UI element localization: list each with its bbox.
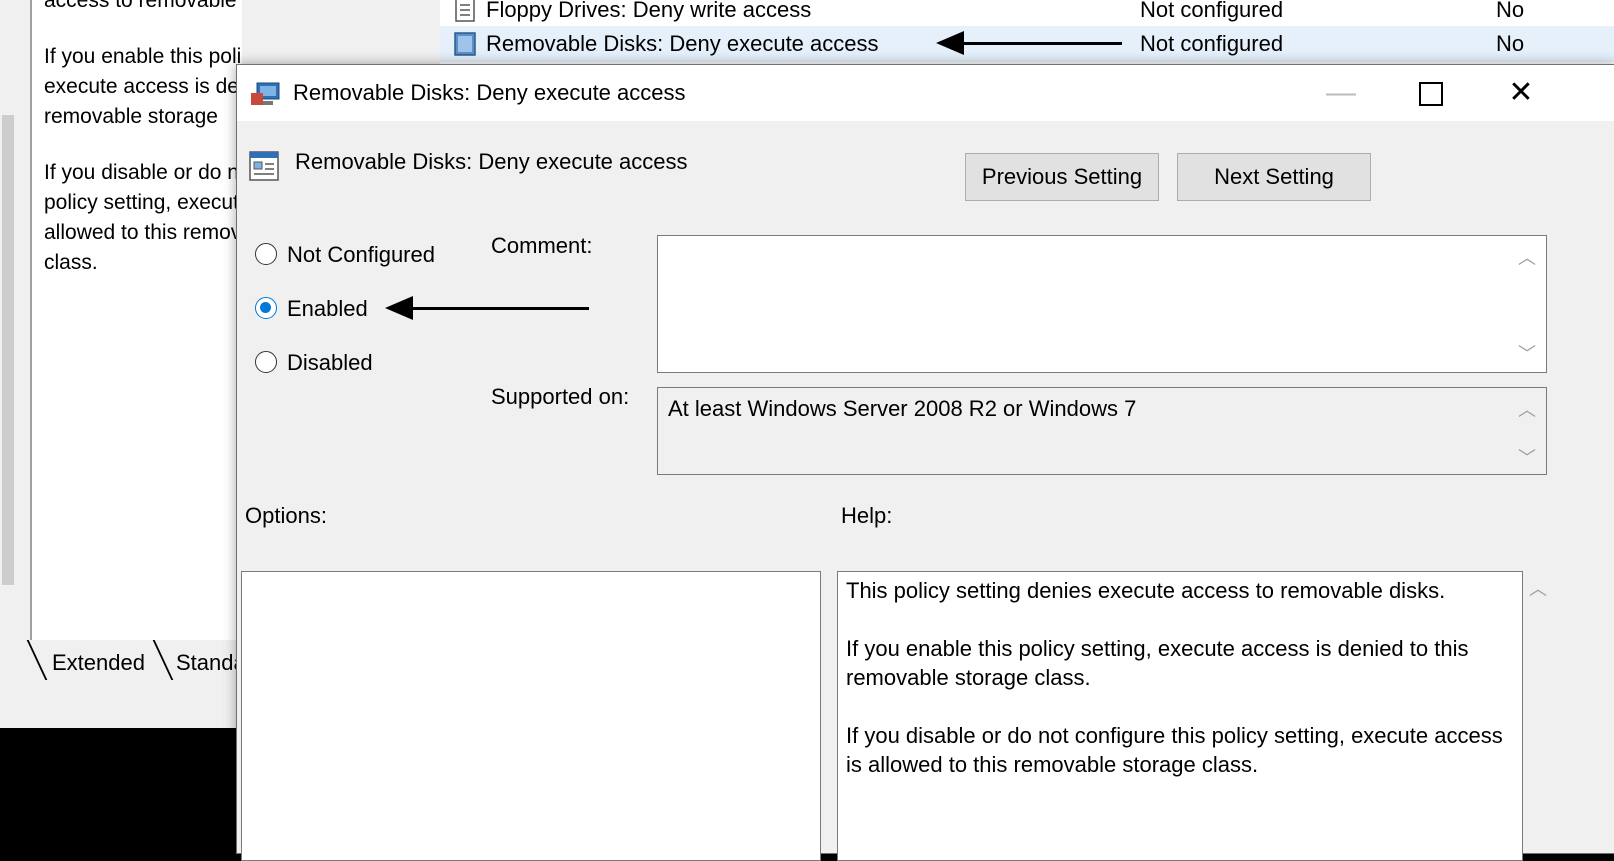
- policy-setting-icon: [454, 32, 476, 56]
- scroll-down-icon[interactable]: ﹀: [1518, 444, 1536, 470]
- help-paragraph: If you enable this policy setting, execu…: [846, 636, 1469, 690]
- annotation-arrow-line: [950, 42, 1122, 45]
- supported-on-label: Supported on:: [491, 384, 630, 409]
- policy-app-icon: [251, 82, 280, 105]
- help-paragraph: This policy setting denies execute acces…: [846, 578, 1446, 603]
- scroll-up-icon[interactable]: ︿: [1518, 396, 1536, 422]
- policy-name: Removable Disks: Deny execute access: [486, 31, 879, 56]
- comment-textarea[interactable]: ︿ ﹀: [657, 235, 1547, 373]
- options-panel: [241, 571, 821, 861]
- scroll-up-icon[interactable]: ︿: [1518, 244, 1536, 270]
- help-scroll-up-icon[interactable]: ︿: [1529, 575, 1605, 601]
- policy-setting-icon: [455, 0, 475, 22]
- annotation-arrow-head: [385, 296, 413, 320]
- view-tabs: Extended Standard: [0, 640, 265, 688]
- policy-comment: No: [1496, 31, 1525, 56]
- radio-button[interactable]: [255, 243, 277, 265]
- annotation-arrow-line: [407, 307, 589, 310]
- policy-comment: No: [1496, 0, 1525, 22]
- setting-title: Removable Disks: Deny execute access: [295, 149, 688, 174]
- comment-label: Comment:: [491, 233, 593, 258]
- maximize-icon: [1419, 82, 1443, 107]
- description-line: If you disable or do not configure this …: [44, 161, 242, 274]
- policy-row[interactable]: Floppy Drives: Deny write access Not con…: [440, 0, 1614, 28]
- dialog-titlebar[interactable]: Removable Disks: Deny execute access — ✕: [237, 65, 1614, 121]
- policy-state: Not configured: [1140, 0, 1284, 22]
- policy-list: Floppy Drives: Deny write access Not con…: [440, 0, 1614, 70]
- previous-setting-button[interactable]: Previous Setting: [965, 153, 1159, 201]
- setting-icon: [249, 151, 279, 181]
- radio-label: Enabled: [287, 296, 368, 321]
- supported-on-field: At least Windows Server 2008 R2 or Windo…: [657, 387, 1547, 475]
- description-line: If you enable this policy setting, execu…: [44, 45, 242, 128]
- supported-on-value: At least Windows Server 2008 R2 or Windo…: [668, 396, 1137, 421]
- next-setting-button[interactable]: Next Setting: [1177, 153, 1371, 201]
- left-scrollbar-thumb[interactable]: [2, 115, 14, 585]
- close-button[interactable]: ✕: [1477, 65, 1565, 121]
- help-panel: This policy setting denies execute acces…: [837, 571, 1523, 861]
- extended-description-panel: access to removable disks. If you enable…: [30, 0, 242, 642]
- help-paragraph: If you disable or do not configure this …: [846, 723, 1503, 777]
- dialog-title: Removable Disks: Deny execute access: [293, 80, 686, 105]
- scroll-down-icon[interactable]: ﹀: [1518, 340, 1536, 366]
- minimize-button[interactable]: —: [1297, 65, 1385, 121]
- description-line: access to removable disks.: [44, 0, 237, 12]
- policy-name: Floppy Drives: Deny write access: [486, 0, 812, 22]
- radio-label: Disabled: [287, 350, 373, 375]
- help-label: Help:: [841, 503, 893, 528]
- maximize-button[interactable]: [1387, 65, 1475, 121]
- left-scrollbar[interactable]: [0, 0, 16, 688]
- radio-label: Not Configured: [287, 242, 435, 267]
- tab-extended[interactable]: Extended: [44, 646, 153, 680]
- radio-button[interactable]: [255, 351, 277, 373]
- annotation-arrow-head: [936, 31, 964, 55]
- policy-state: Not configured: [1140, 31, 1284, 56]
- options-label: Options:: [245, 503, 327, 528]
- policy-setting-dialog: Removable Disks: Deny execute access — ✕…: [236, 64, 1614, 861]
- radio-button-checked[interactable]: [255, 297, 277, 319]
